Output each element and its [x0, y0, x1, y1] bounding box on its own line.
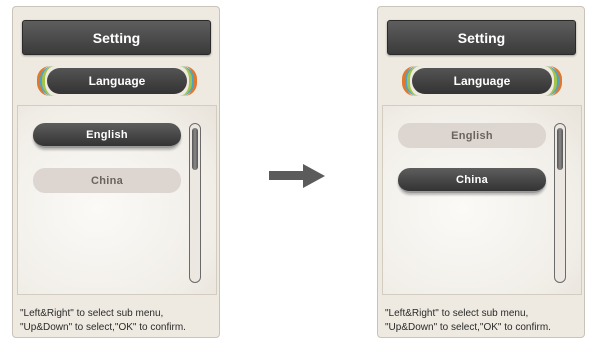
settings-title-bar: Setting [387, 20, 576, 55]
hint-line-2: "Up&Down" to select,"OK" to confirm. [385, 322, 551, 333]
option-english[interactable]: English [398, 123, 546, 148]
arrow-head [303, 164, 325, 188]
language-label: Language [47, 68, 187, 94]
language-section-header[interactable]: Language [402, 66, 562, 96]
hint-line-1: "Left&Right" to select sub menu, [385, 308, 529, 319]
language-option-list: English China [17, 105, 217, 295]
language-option-list: English China [382, 105, 582, 295]
language-section-header[interactable]: Language [37, 66, 197, 96]
scroll-thumb[interactable] [192, 128, 198, 170]
hint-line-2: "Up&Down" to select,"OK" to confirm. [20, 322, 186, 333]
option-english[interactable]: English [33, 123, 181, 148]
settings-panel-after: Setting Language English China "Left&Rig… [377, 6, 585, 338]
settings-title-bar: Setting [22, 20, 211, 55]
help-hint: "Left&Right" to select sub menu, "Up&Dow… [385, 307, 585, 335]
arrow-shaft [269, 171, 305, 180]
settings-panel-before: Setting Language English China "Left&Rig… [12, 6, 220, 338]
right-arrow-icon [269, 164, 325, 188]
hint-line-1: "Left&Right" to select sub menu, [20, 308, 164, 319]
help-hint: "Left&Right" to select sub menu, "Up&Dow… [20, 307, 220, 335]
scrollbar[interactable] [554, 123, 566, 283]
language-label: Language [412, 68, 552, 94]
scrollbar[interactable] [189, 123, 201, 283]
scroll-thumb[interactable] [557, 128, 563, 170]
option-china[interactable]: China [398, 168, 546, 193]
option-china[interactable]: China [33, 168, 181, 193]
